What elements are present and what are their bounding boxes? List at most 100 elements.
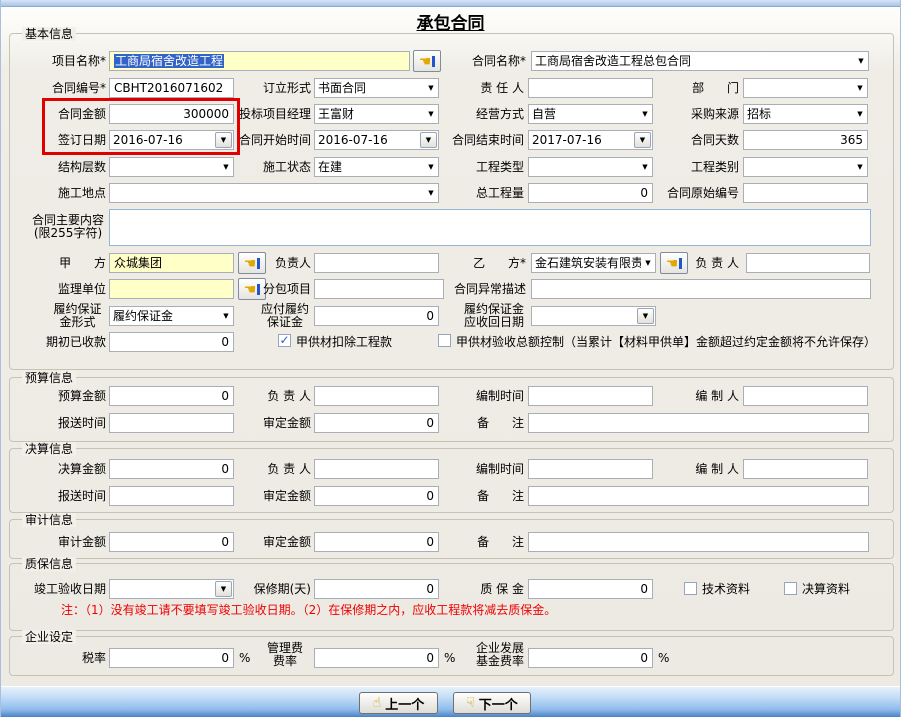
bid-manager-label: 投标项目经理 (236, 104, 311, 124)
budget-remark-input[interactable] (528, 413, 869, 433)
tax-percent-label: % (239, 648, 250, 668)
start-date-picker[interactable]: 2016-07-16▼ (314, 130, 439, 150)
budget-amount-input[interactable]: 0 (109, 386, 234, 406)
project-type-label: 工程类型 (441, 157, 524, 177)
dropdown-arrow-icon: ▼ (853, 158, 867, 176)
structure-floors-select[interactable]: ▼ (109, 157, 234, 177)
initial-received-input[interactable]: 0 (109, 332, 234, 352)
tech-doc-checkbox[interactable] (684, 582, 697, 595)
contract-no-label: 合同编号* (11, 78, 106, 98)
top-border-strip (1, 0, 900, 7)
accept-date-picker[interactable]: ▼ (109, 579, 234, 599)
party-a-label: 甲 方 (11, 253, 106, 273)
final-doc-checkbox-label: 决算资料 (802, 581, 850, 597)
bond-form-select[interactable]: 履约保证金▼ (109, 306, 234, 326)
subproject-label: 分包项目 (236, 279, 311, 299)
mgmt-fee-label: 管理费 费率 (259, 642, 311, 668)
audit-approved-input[interactable]: 0 (314, 532, 439, 552)
audit-info-legend: 审计信息 (22, 513, 76, 527)
budget-approved-input[interactable]: 0 (314, 413, 439, 433)
dropdown-arrow-icon: ▼ (420, 132, 437, 148)
dropdown-arrow-icon: ▼ (853, 79, 867, 97)
start-date-label: 合同开始时间 (236, 130, 311, 150)
contract-no-input[interactable]: CBHT2016071602 (109, 78, 234, 98)
form-type-select[interactable]: 书面合同▼ (314, 78, 439, 98)
sign-date-label: 签订日期 (11, 130, 106, 150)
construct-status-label: 施工状态 (236, 157, 311, 177)
project-name-input[interactable]: 工商局宿舍改造工程 (109, 51, 410, 71)
settlement-submit-time-input[interactable] (109, 486, 234, 506)
audit-remark-input[interactable] (528, 532, 869, 552)
main-content-textarea[interactable] (109, 209, 871, 246)
amount-input[interactable]: 300000 (109, 104, 234, 124)
project-class-select[interactable]: ▼ (743, 157, 868, 177)
total-quantity-input[interactable]: 0 (528, 183, 653, 203)
dev-fund-input[interactable]: 0 (528, 648, 653, 668)
accept-date-label: 竣工验收日期 (11, 579, 106, 599)
construct-status-select[interactable]: 在建▼ (314, 157, 439, 177)
tax-rate-input[interactable]: 0 (109, 648, 234, 668)
subproject-input[interactable] (314, 279, 444, 299)
contract-name-select[interactable]: 工商局宿舍改造工程总包合同▼ (531, 51, 869, 71)
dev-percent-label: % (658, 648, 669, 668)
budget-mgr-input[interactable] (314, 386, 439, 406)
prev-button[interactable]: ☝上一个 (359, 692, 438, 714)
party-b-mgr-input[interactable] (746, 253, 870, 273)
retention-input[interactable]: 0 (528, 579, 653, 599)
project-class-label: 工程类别 (656, 157, 739, 177)
contract-form-window: 承包合同 基本信息 项目名称* 工商局宿舍改造工程 ☚ 合同名称* 工商局宿舍改… (0, 0, 901, 717)
responsible-input[interactable] (528, 78, 653, 98)
end-date-picker[interactable]: 2017-07-16▼ (528, 130, 653, 150)
original-no-input[interactable] (743, 183, 868, 203)
abnormal-input[interactable] (531, 279, 871, 299)
bond-return-date-picker[interactable]: ▼ (531, 306, 656, 326)
project-type-select[interactable]: ▼ (528, 157, 653, 177)
party-b-select[interactable]: 金石建筑安装有限责▼ (531, 253, 656, 273)
sign-date-picker[interactable]: 2016-07-16▼ (109, 130, 234, 150)
party-a-mgr-input[interactable] (314, 253, 439, 273)
budget-info-legend: 预算信息 (22, 371, 76, 385)
settlement-compiler-input[interactable] (743, 459, 868, 479)
final-doc-checkbox[interactable] (784, 582, 797, 595)
tax-rate-label: 税率 (11, 648, 106, 668)
budget-approved-label: 审定金额 (236, 413, 311, 433)
dropdown-arrow-icon: ▼ (854, 52, 868, 70)
project-name-selected-text: 工商局宿舍改造工程 (114, 54, 224, 68)
party-a-input[interactable]: 众城集团 (109, 253, 234, 273)
party-a-mgr-label: 负责人 (241, 253, 311, 273)
location-select[interactable]: ▼ (109, 183, 439, 203)
bid-manager-select[interactable]: 王富财▼ (314, 104, 439, 124)
settlement-mgr-input[interactable] (314, 459, 439, 479)
material-control-checkbox[interactable] (438, 334, 451, 347)
hand-up-icon: ☝ (373, 696, 382, 710)
settlement-remark-input[interactable] (528, 486, 869, 506)
audit-amount-input[interactable]: 0 (109, 532, 234, 552)
material-control-checkbox-label: 甲供材验收总额控制（当累计【材料甲供单】金额超过约定金额将不允许保存） (456, 334, 876, 350)
next-button[interactable]: ☟下一个 (453, 692, 531, 714)
basic-info-legend: 基本信息 (22, 27, 76, 41)
budget-compile-time-input[interactable] (528, 386, 653, 406)
warranty-info-legend: 质保信息 (22, 557, 76, 571)
dept-select[interactable]: ▼ (743, 78, 868, 98)
days-input[interactable]: 365 (743, 130, 868, 150)
settlement-compile-time-input[interactable] (528, 459, 653, 479)
responsible-label: 责 任 人 (441, 78, 524, 98)
supervisor-input[interactable] (109, 279, 234, 299)
settlement-approved-label: 审定金额 (236, 486, 311, 506)
mgmt-fee-input[interactable]: 0 (314, 648, 439, 668)
procurement-select[interactable]: 招标▼ (743, 104, 868, 124)
warranty-period-input[interactable]: 0 (314, 579, 439, 599)
tech-doc-checkbox-label: 技术资料 (702, 581, 750, 597)
settlement-approved-input[interactable]: 0 (314, 486, 439, 506)
audit-remark-label: 备 注 (441, 532, 524, 552)
deduct-material-checkbox[interactable]: ✓ (278, 334, 291, 347)
amount-label: 合同金额 (11, 104, 106, 124)
operation-select[interactable]: 自营▼ (528, 104, 653, 124)
supervisor-label: 监理单位 (11, 279, 106, 299)
bond-payable-input[interactable]: 0 (314, 306, 439, 326)
budget-compiler-input[interactable] (743, 386, 868, 406)
settlement-amount-input[interactable]: 0 (109, 459, 234, 479)
dropdown-arrow-icon: ▼ (634, 132, 651, 148)
project-name-pick-button[interactable]: ☚ (413, 50, 441, 72)
budget-submit-time-input[interactable] (109, 413, 234, 433)
